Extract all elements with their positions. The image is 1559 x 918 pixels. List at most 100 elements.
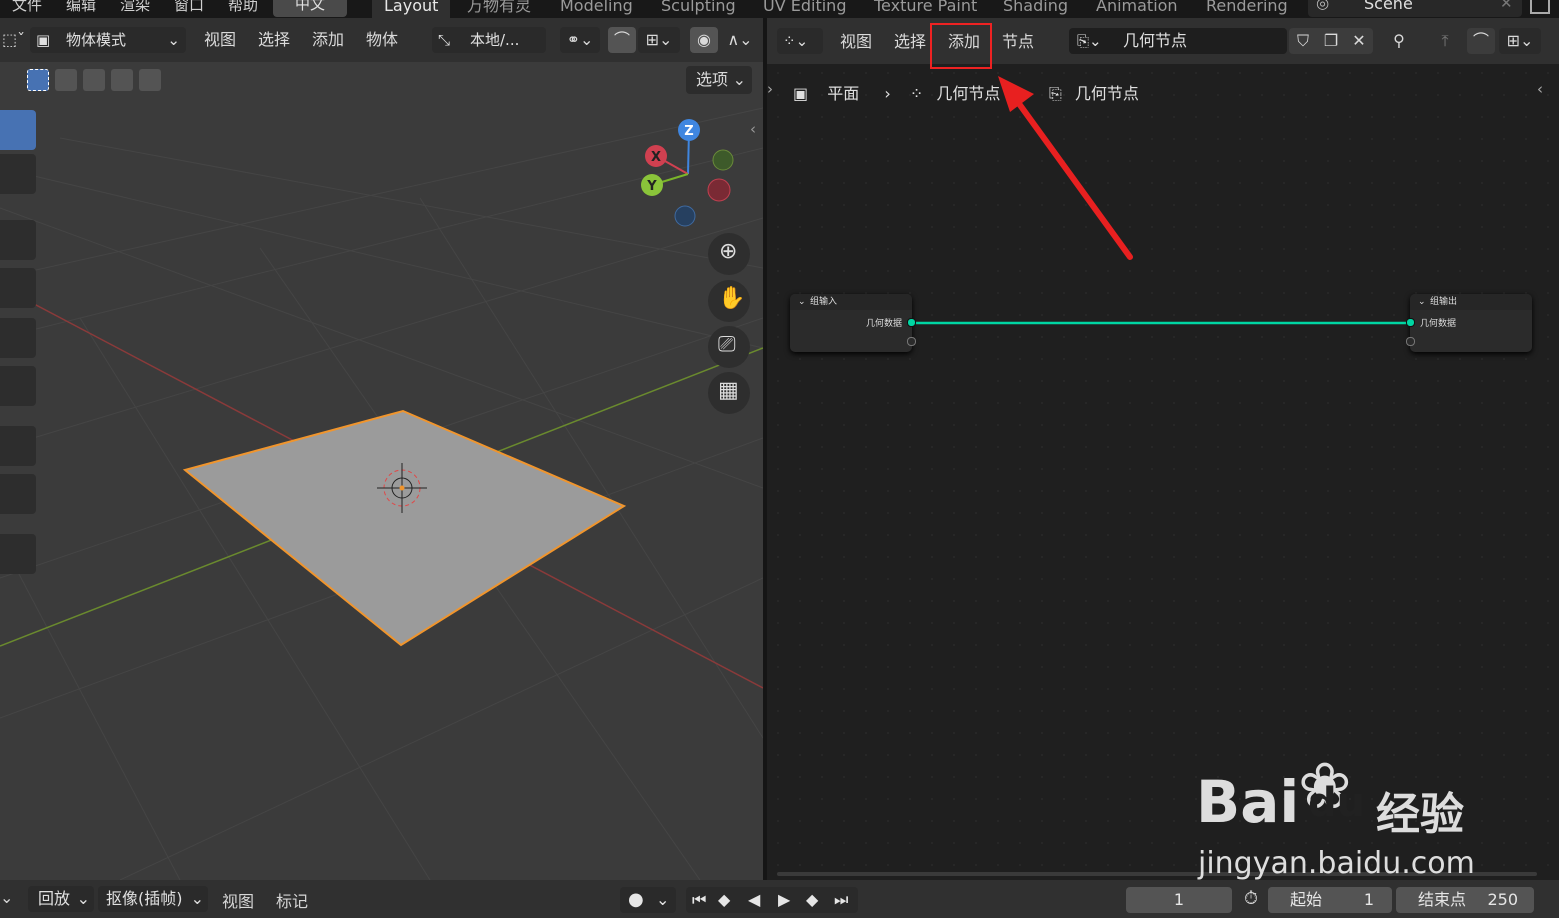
neg-y-axis-icon[interactable] xyxy=(712,149,734,171)
play-icon[interactable]: ▶ xyxy=(778,887,790,913)
tab-rendering[interactable]: Rendering xyxy=(1194,0,1300,18)
add-cube-tool-icon[interactable] xyxy=(0,534,36,574)
rotate-tool-icon[interactable] xyxy=(0,268,36,308)
proportional-edit-icon[interactable]: ◉ xyxy=(690,27,718,53)
tab-shading[interactable]: Shading xyxy=(991,0,1080,18)
camera-view-icon[interactable]: ⎚ xyxy=(708,326,750,368)
cursor-tool-icon[interactable] xyxy=(0,154,36,194)
timeline-menu-marker[interactable]: 标记 xyxy=(276,888,308,912)
baidu-watermark: Bai ❀ du 经验 jingyan.baidu.com xyxy=(1196,750,1496,882)
empty-output-socket[interactable] xyxy=(907,337,916,346)
record-button[interactable]: ● ⌄ xyxy=(620,887,676,913)
move-tool-icon[interactable] xyxy=(0,220,36,260)
select-box-tool-icon[interactable] xyxy=(0,110,36,150)
menu-window[interactable]: 窗口 xyxy=(174,0,204,15)
jump-end-icon[interactable]: ⏭ xyxy=(834,887,848,913)
falloff-icon[interactable]: ∧⌄ xyxy=(722,27,758,53)
tab-layout[interactable]: Layout xyxy=(372,0,451,18)
select-new-icon[interactable] xyxy=(27,69,49,91)
collapse-chevron-icon[interactable]: ⌄ xyxy=(1418,294,1426,310)
tab-modeling[interactable]: Modeling xyxy=(548,0,645,18)
geometry-input-socket[interactable] xyxy=(1406,318,1415,327)
record-icon: ● xyxy=(628,889,644,910)
chevron-down-icon: ⌄ xyxy=(76,889,90,908)
pan-hand-icon[interactable]: ✋ xyxy=(708,280,750,322)
group-input-title-text: 组输入 xyxy=(810,297,838,307)
perspective-grid-icon[interactable]: ▦ xyxy=(708,372,750,414)
group-output-title: ⌄ 组输出 xyxy=(1410,294,1532,310)
new-scene-icon[interactable] xyxy=(1530,0,1550,14)
next-keyframe-icon[interactable]: ◆ xyxy=(806,887,818,913)
watermark-cn: 经验 xyxy=(1376,789,1464,840)
transform-orientation-dropdown[interactable]: ⤡ 本地/... xyxy=(432,27,546,53)
snap-target-icon[interactable]: ⊞⌄ xyxy=(638,27,680,53)
viewport-menu-add[interactable]: 添加 xyxy=(312,27,344,53)
chevron-down-icon: ⌄ xyxy=(167,31,180,49)
tab-wanwu[interactable]: 万物有灵 xyxy=(455,0,543,18)
scene-selector[interactable]: ◎ Scene xyxy=(1308,0,1522,17)
collapse-chevron-icon[interactable]: ⌄ xyxy=(798,294,806,310)
neg-x-axis-icon[interactable] xyxy=(707,178,731,202)
keying-label: 抠像(插帧) xyxy=(106,889,183,908)
menu-edit[interactable]: 编辑 xyxy=(66,0,96,15)
viewport-header: ⬚ˇ ▣ 物体模式 ⌄ 视图 选择 添加 物体 ⤡ 本地/... ⚭⌄ ⌒ ⊞⌄… xyxy=(0,18,763,62)
selected-plane[interactable] xyxy=(182,409,627,647)
scale-tool-icon[interactable] xyxy=(0,318,36,358)
select-invert-icon[interactable] xyxy=(111,69,133,91)
geometry-output-socket[interactable] xyxy=(907,318,916,327)
timeline-editor-icon[interactable]: ⌄ xyxy=(0,888,13,907)
tab-animation[interactable]: Animation xyxy=(1084,0,1190,18)
playback-dropdown[interactable]: 回放 ⌄ xyxy=(28,886,94,912)
measure-tool-icon[interactable] xyxy=(0,474,36,514)
tab-texture-paint[interactable]: Texture Paint xyxy=(862,0,989,18)
timeline-menu-view[interactable]: 视图 xyxy=(222,888,254,912)
select-extend-icon[interactable] xyxy=(55,69,77,91)
zoom-icon[interactable]: ⊕ xyxy=(708,233,750,275)
playback-controls: ⏮ ◆ ◀ ▶ ◆ ⏭ xyxy=(686,887,858,913)
geometry-node-editor[interactable]: ⁘⌄ 视图 选择 添加 节点 ⎘⌄ 几何节点 ⛉ ❐ ✕ ⚲ ⤒ ⌒ ⊞⌄ › … xyxy=(767,18,1559,880)
chevron-down-icon: ⌄ xyxy=(732,70,746,89)
x-axis-label: X xyxy=(651,150,661,165)
watermark-brand: Bai xyxy=(1196,768,1300,836)
menu-file[interactable]: 文件 xyxy=(12,0,42,15)
group-input-node[interactable]: ⌄ 组输入 几何数据 xyxy=(790,294,916,352)
scene-icon: ◎ xyxy=(1316,0,1330,12)
viewport-menu-object[interactable]: 物体 xyxy=(366,27,398,53)
tab-uv-editing[interactable]: UV Editing xyxy=(751,0,858,18)
stopwatch-icon[interactable]: ⏱ xyxy=(1244,888,1258,909)
snap-icon[interactable]: ⌒ xyxy=(608,27,636,53)
viewport-menu-view[interactable]: 视图 xyxy=(204,27,236,53)
keying-dropdown[interactable]: 抠像(插帧) ⌄ xyxy=(98,886,208,912)
current-frame-field[interactable]: 1 xyxy=(1126,887,1232,913)
menu-help[interactable]: 帮助 xyxy=(228,0,258,15)
editor-type-icon[interactable]: ⬚ˇ xyxy=(2,27,25,53)
annotation-arrow xyxy=(998,76,1133,260)
empty-input-socket[interactable] xyxy=(1406,337,1415,346)
language-button[interactable]: 中文 xyxy=(273,0,347,17)
select-subtract-icon[interactable] xyxy=(83,69,105,91)
current-frame-value: 1 xyxy=(1173,890,1185,909)
tab-sculpting[interactable]: Sculpting xyxy=(649,0,748,18)
pin-scene-icon[interactable]: ✕ xyxy=(1500,0,1513,12)
viewport-menu-select[interactable]: 选择 xyxy=(258,27,290,53)
annotate-tool-icon[interactable] xyxy=(0,426,36,466)
group-output-node[interactable]: ⌄ 组输出 几何数据 xyxy=(1406,294,1532,352)
start-frame-field[interactable]: 起始 1 xyxy=(1268,887,1392,913)
prev-keyframe-icon[interactable]: ◆ xyxy=(718,887,730,913)
3d-viewport[interactable]: ⬚ˇ ▣ 物体模式 ⌄ 视图 选择 添加 物体 ⤡ 本地/... ⚭⌄ ⌒ ⊞⌄… xyxy=(0,18,763,880)
jump-start-icon[interactable]: ⏮ xyxy=(692,887,706,913)
sidebar-toggle-icon[interactable]: ‹ xyxy=(750,120,756,138)
end-frame-field[interactable]: 结束点 250 xyxy=(1396,887,1534,913)
neg-z-axis-icon[interactable] xyxy=(674,205,696,227)
object-mode-dropdown[interactable]: ▣ 物体模式 ⌄ xyxy=(30,27,186,53)
mode-icon: ▣ xyxy=(36,31,51,49)
transform-tool-icon[interactable] xyxy=(0,366,36,406)
menu-render[interactable]: 渲染 xyxy=(120,0,150,15)
options-dropdown[interactable]: 选项 ⌄ xyxy=(686,66,752,94)
select-intersect-icon[interactable] xyxy=(139,69,161,91)
end-label: 结束点 xyxy=(1418,890,1467,909)
play-reverse-icon[interactable]: ◀ xyxy=(748,887,760,913)
selection-modes xyxy=(24,67,164,95)
pivot-point-icon[interactable]: ⚭⌄ xyxy=(560,27,600,53)
navigation-gizmo[interactable]: Z X Y xyxy=(628,114,748,234)
